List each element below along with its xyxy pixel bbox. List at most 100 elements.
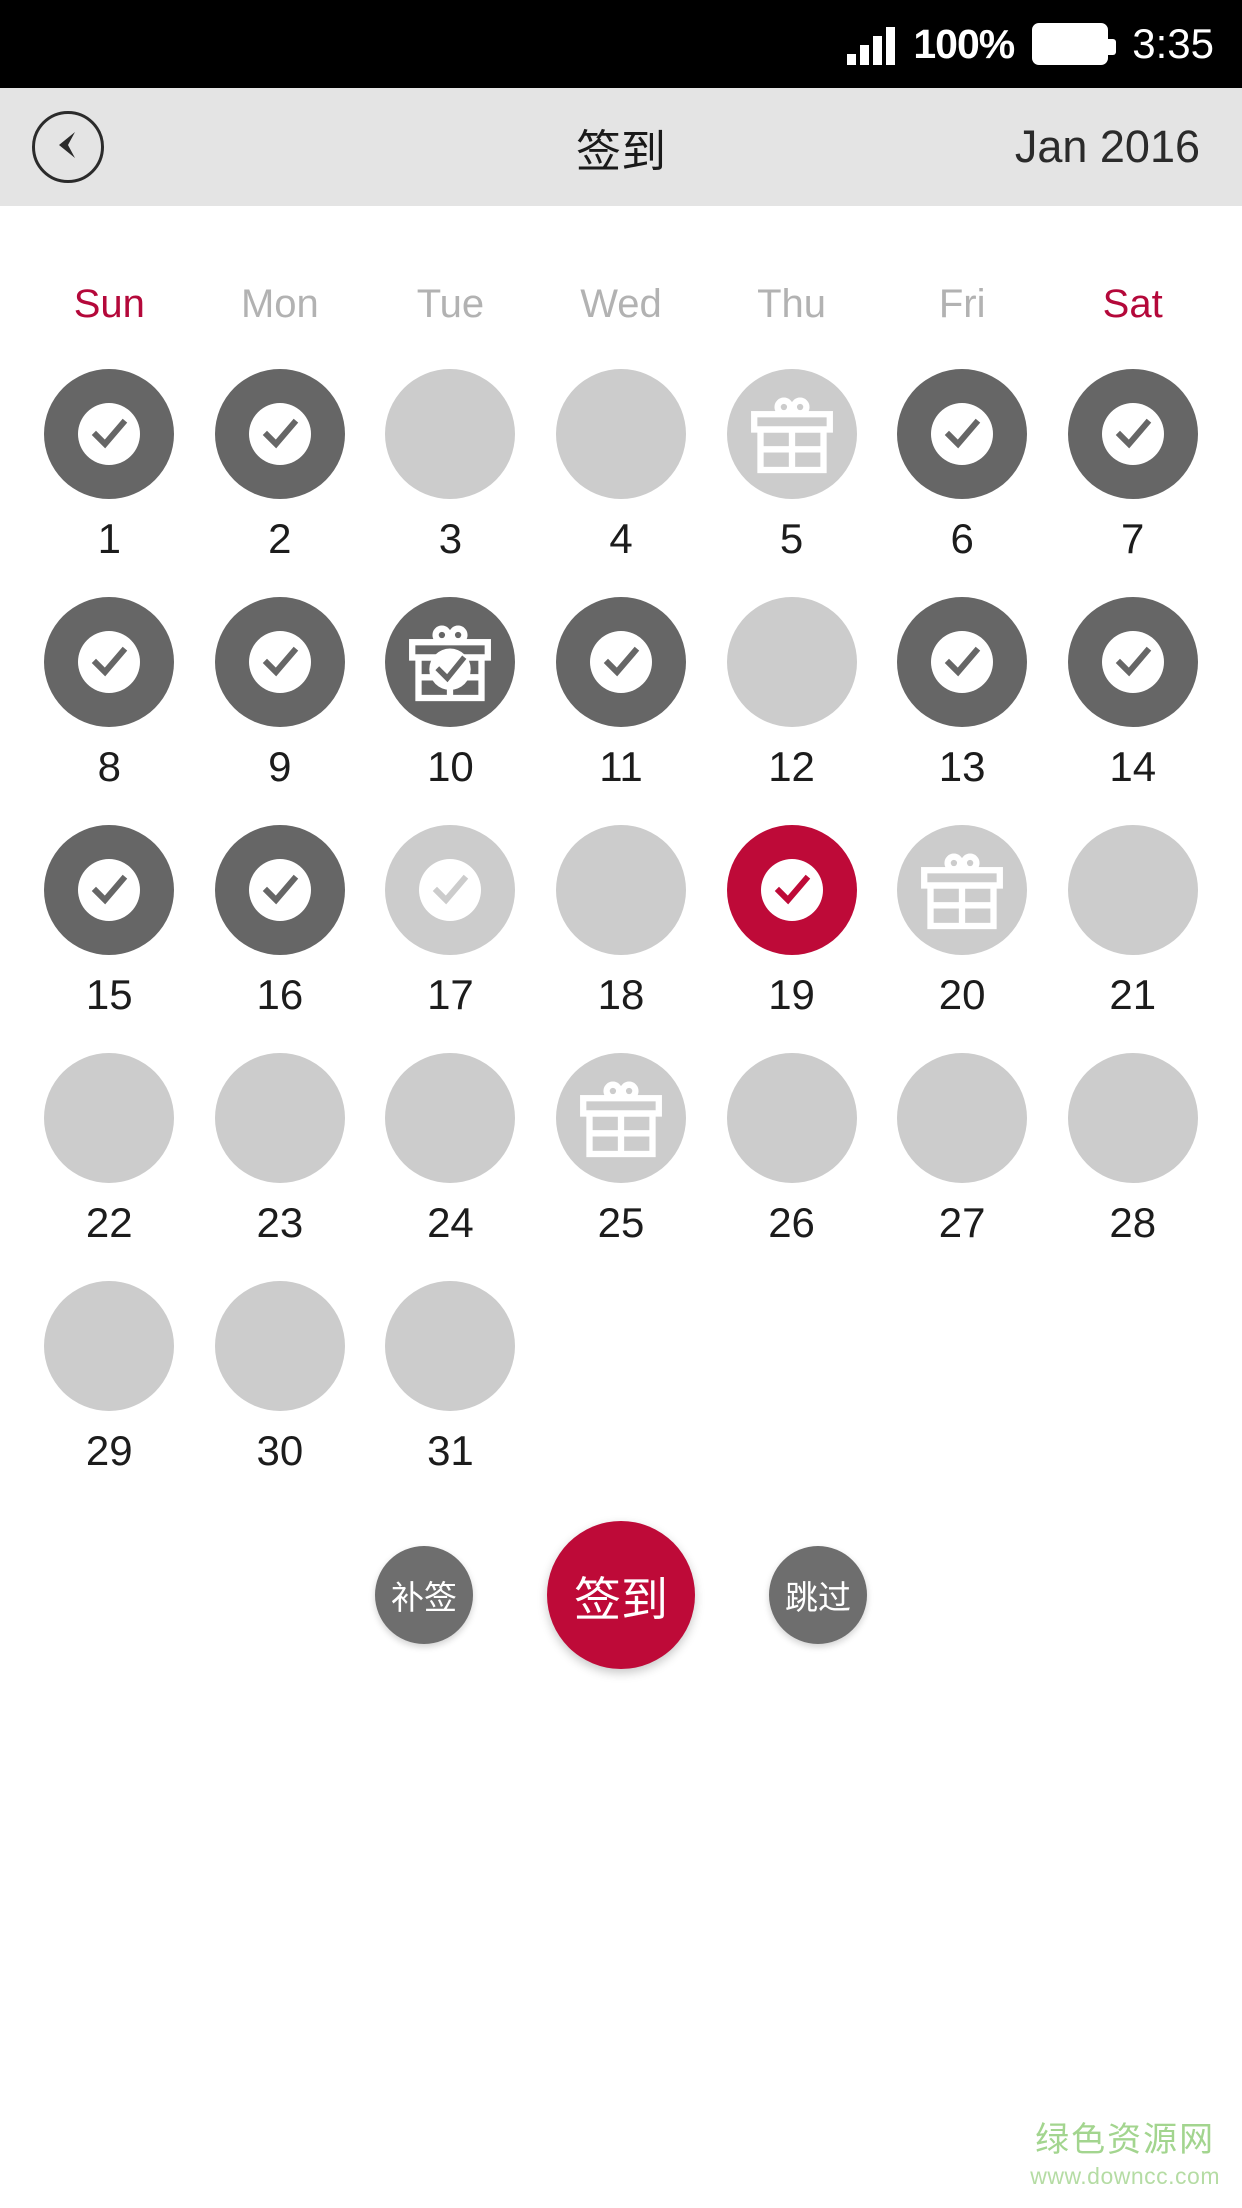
calendar-day-9[interactable]: 9 (195, 597, 366, 791)
day-circle[interactable] (555, 369, 686, 499)
calendar-day-27[interactable]: 27 (877, 1053, 1048, 1247)
weekday-fri: Fri (938, 282, 986, 326)
gift-box-icon (576, 1073, 666, 1163)
check-icon (589, 631, 652, 693)
day-circle[interactable] (44, 369, 175, 499)
day-circle[interactable] (726, 369, 857, 499)
day-number-label: 4 (609, 515, 633, 562)
status-bar: 100% 3:35 (0, 0, 1242, 88)
gift-box-icon (747, 389, 837, 479)
action-button-row: 补签 签到 跳过 (0, 1521, 1242, 1669)
calendar-day-26[interactable]: 26 (706, 1053, 877, 1247)
check-icon (248, 403, 311, 465)
calendar-day-6[interactable]: 6 (877, 369, 1048, 563)
month-label[interactable]: Jan 2016 (1015, 121, 1200, 173)
calendar-day-19[interactable]: 19 (706, 825, 877, 1019)
day-circle[interactable] (726, 597, 857, 727)
check-icon (1101, 631, 1164, 693)
check-icon (931, 403, 994, 465)
day-circle[interactable] (44, 1281, 175, 1411)
check-icon (1101, 403, 1164, 465)
day-circle[interactable] (555, 825, 686, 955)
day-circle[interactable] (555, 1053, 686, 1183)
day-number-label: 17 (427, 971, 474, 1018)
day-circle[interactable] (214, 597, 345, 727)
skip-button[interactable]: 跳过 (769, 1546, 867, 1644)
calendar-day-17[interactable]: 17 (365, 825, 536, 1019)
calendar-week-row: 1 2 3 4 5 6 7 (24, 369, 1218, 563)
calendar-day-7[interactable]: 7 (1047, 369, 1218, 563)
day-number-label: 30 (256, 1427, 304, 1474)
day-circle[interactable] (1067, 1053, 1198, 1183)
day-circle[interactable] (385, 825, 516, 955)
day-circle[interactable] (214, 1053, 345, 1183)
gift-box-icon (917, 845, 1007, 935)
calendar-day-29[interactable]: 29 (24, 1281, 195, 1475)
calendar-day-30[interactable]: 30 (195, 1281, 366, 1475)
battery-percent-label: 100% (913, 20, 1015, 67)
makeup-signin-button[interactable]: 补签 (375, 1546, 473, 1644)
weekday-header-row: Sun Mon Tue Wed Thu Fri Sat (0, 282, 1242, 327)
calendar-day-1[interactable]: 1 (24, 369, 195, 563)
calendar-day-25[interactable]: 25 (536, 1053, 707, 1247)
calendar-day-23[interactable]: 23 (195, 1053, 366, 1247)
calendar-day-5[interactable]: 5 (706, 369, 877, 563)
weekday-wed: Wed (580, 282, 662, 326)
check-icon (78, 859, 141, 921)
day-circle[interactable] (897, 1053, 1028, 1183)
weekday-mon: Mon (240, 282, 319, 326)
day-circle[interactable] (385, 369, 516, 499)
calendar-day-8[interactable]: 8 (24, 597, 195, 791)
day-circle[interactable] (44, 825, 175, 955)
calendar-day-12[interactable]: 12 (706, 597, 877, 791)
day-number-label: 26 (768, 1199, 815, 1246)
day-circle[interactable] (44, 1053, 175, 1183)
battery-full-icon (1032, 23, 1117, 65)
calendar-day-13[interactable]: 13 (877, 597, 1048, 791)
calendar-day-14[interactable]: 14 (1047, 597, 1218, 791)
day-circle[interactable] (1067, 825, 1198, 955)
calendar-day-15[interactable]: 15 (24, 825, 195, 1019)
day-number-label: 11 (599, 743, 643, 790)
calendar-day-3[interactable]: 3 (365, 369, 536, 563)
calendar-day-20[interactable]: 20 (877, 825, 1048, 1019)
day-circle[interactable] (44, 597, 175, 727)
check-icon (248, 631, 311, 693)
status-clock: 3:35 (1132, 20, 1214, 67)
nav-bar: 签到 Jan 2016 (0, 88, 1242, 206)
day-circle[interactable] (385, 1053, 516, 1183)
calendar-day-24[interactable]: 24 (365, 1053, 536, 1247)
calendar-day-31[interactable]: 31 (365, 1281, 536, 1475)
calendar-day-22[interactable]: 22 (24, 1053, 195, 1247)
calendar-day-21[interactable]: 21 (1047, 825, 1218, 1019)
day-circle[interactable] (726, 825, 857, 955)
signin-button[interactable]: 签到 (547, 1521, 695, 1669)
day-circle[interactable] (1067, 369, 1198, 499)
calendar-day-2[interactable]: 2 (195, 369, 366, 563)
day-circle[interactable] (897, 825, 1028, 955)
calendar-day-10[interactable]: 10 (365, 597, 536, 791)
day-circle[interactable] (385, 597, 516, 727)
weekday-tue: Tue (416, 282, 485, 326)
calendar-day-28[interactable]: 28 (1047, 1053, 1218, 1247)
day-number-label: 20 (938, 971, 986, 1018)
day-circle[interactable] (897, 369, 1028, 499)
day-circle[interactable] (214, 825, 345, 955)
calendar-day-11[interactable]: 11 (536, 597, 707, 791)
watermark: 绿色资源网 www.downcc.com (1030, 2120, 1220, 2190)
day-number-label: 18 (597, 971, 645, 1018)
calendar-day-4[interactable]: 4 (536, 369, 707, 563)
day-circle[interactable] (897, 597, 1028, 727)
watermark-url: www.downcc.com (1030, 2162, 1220, 2189)
day-circle[interactable] (1067, 597, 1198, 727)
day-number-label: 8 (97, 743, 121, 790)
day-circle[interactable] (726, 1053, 857, 1183)
day-circle[interactable] (214, 1281, 345, 1411)
calendar-day-18[interactable]: 18 (536, 825, 707, 1019)
day-circle[interactable] (555, 597, 686, 727)
calendar-day-16[interactable]: 16 (195, 825, 366, 1019)
day-number-label: 9 (268, 743, 292, 790)
day-circle[interactable] (214, 369, 345, 499)
day-circle[interactable] (385, 1281, 516, 1411)
day-number-label: 23 (256, 1199, 304, 1246)
